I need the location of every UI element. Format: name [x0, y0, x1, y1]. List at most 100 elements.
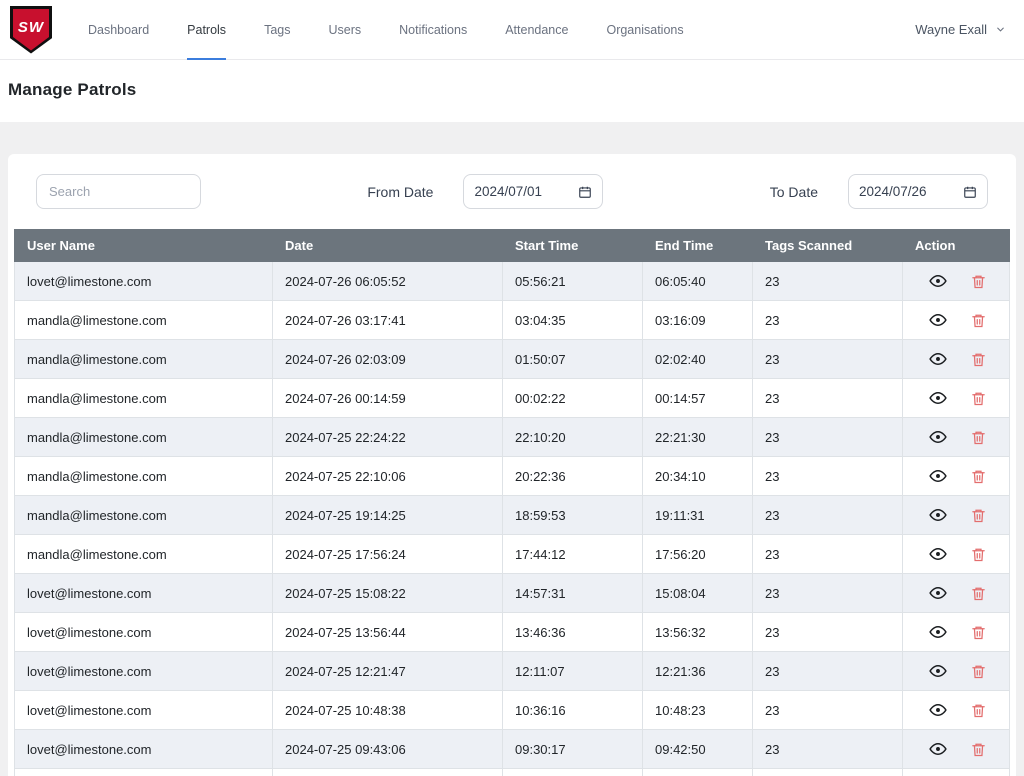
from-date-input[interactable]: 2024/07/01	[463, 174, 603, 209]
cell-user-name: mandla@limestone.com	[15, 496, 273, 535]
cell-end-time: 22:21:30	[643, 418, 753, 457]
cell-user-name: lovet@limestone.com	[15, 652, 273, 691]
to-date-group: To Date 2024/07/26	[770, 174, 988, 209]
trash-icon	[971, 430, 986, 445]
table-row: lovet@limestone.com2024-07-25 08:14:0208…	[15, 769, 1010, 776]
delete-patrol-button[interactable]	[969, 350, 988, 369]
to-date-input[interactable]: 2024/07/26	[848, 174, 988, 209]
cell-user-name: mandla@limestone.com	[15, 379, 273, 418]
cell-action	[903, 574, 1010, 613]
table-row: mandla@limestone.com2024-07-26 03:17:410…	[15, 301, 1010, 340]
table-row: lovet@limestone.com2024-07-25 15:08:2214…	[15, 574, 1010, 613]
cell-start-time: 03:04:35	[503, 301, 643, 340]
cell-start-time: 13:46:36	[503, 613, 643, 652]
cell-tags-scanned: 23	[753, 691, 903, 730]
from-date-group: From Date 2024/07/01	[367, 174, 603, 209]
view-patrol-button[interactable]	[927, 699, 949, 721]
delete-patrol-button[interactable]	[969, 584, 988, 603]
cell-end-time: 17:56:20	[643, 535, 753, 574]
patrols-table: User Name Date Start Time End Time Tags …	[14, 229, 1010, 776]
cell-tags-scanned: 23	[753, 613, 903, 652]
table-row: mandla@limestone.com2024-07-25 17:56:241…	[15, 535, 1010, 574]
delete-patrol-button[interactable]	[969, 506, 988, 525]
cell-user-name: lovet@limestone.com	[15, 574, 273, 613]
trash-icon	[971, 742, 986, 757]
cell-tags-scanned: 23	[753, 301, 903, 340]
col-date: Date	[273, 230, 503, 262]
cell-start-time: 20:22:36	[503, 457, 643, 496]
trash-icon	[971, 703, 986, 718]
table-row: mandla@limestone.com2024-07-25 22:24:222…	[15, 418, 1010, 457]
filters-row: From Date 2024/07/01 To Date 2024/07/26	[14, 174, 1010, 229]
cell-action	[903, 301, 1010, 340]
cell-user-name: mandla@limestone.com	[15, 418, 273, 457]
user-menu[interactable]: Wayne Exall	[915, 22, 1006, 37]
trash-icon	[971, 547, 986, 562]
view-patrol-button[interactable]	[927, 270, 949, 292]
view-patrol-button[interactable]	[927, 426, 949, 448]
eye-icon	[929, 272, 947, 290]
from-date-value: 2024/07/01	[474, 184, 542, 199]
cell-end-time: 08:13:47	[643, 769, 753, 776]
nav-tags[interactable]: Tags	[264, 0, 290, 60]
cell-date: 2024-07-25 15:08:22	[273, 574, 503, 613]
cell-user-name: mandla@limestone.com	[15, 301, 273, 340]
nav-attendance[interactable]: Attendance	[505, 0, 568, 60]
view-patrol-button[interactable]	[927, 543, 949, 565]
table-row: mandla@limestone.com2024-07-25 19:14:251…	[15, 496, 1010, 535]
cell-end-time: 15:08:04	[643, 574, 753, 613]
delete-patrol-button[interactable]	[969, 701, 988, 720]
nav-patrols[interactable]: Patrols	[187, 0, 226, 60]
view-patrol-button[interactable]	[927, 582, 949, 604]
eye-icon	[929, 545, 947, 563]
delete-patrol-button[interactable]	[969, 389, 988, 408]
cell-tags-scanned: 23	[753, 574, 903, 613]
nav-dashboard[interactable]: Dashboard	[88, 0, 149, 60]
nav-users[interactable]: Users	[328, 0, 361, 60]
delete-patrol-button[interactable]	[969, 545, 988, 564]
delete-patrol-button[interactable]	[969, 428, 988, 447]
view-patrol-button[interactable]	[927, 387, 949, 409]
view-patrol-button[interactable]	[927, 738, 949, 760]
cell-start-time: 08:03:14	[503, 769, 643, 776]
cell-date: 2024-07-26 02:03:09	[273, 340, 503, 379]
cell-start-time: 12:11:07	[503, 652, 643, 691]
cell-start-time: 00:02:22	[503, 379, 643, 418]
cell-action	[903, 457, 1010, 496]
cell-end-time: 19:11:31	[643, 496, 753, 535]
cell-date: 2024-07-25 22:10:06	[273, 457, 503, 496]
delete-patrol-button[interactable]	[969, 467, 988, 486]
eye-icon	[929, 506, 947, 524]
col-tags-scanned: Tags Scanned	[753, 230, 903, 262]
table-row: lovet@limestone.com2024-07-25 09:43:0609…	[15, 730, 1010, 769]
view-patrol-button[interactable]	[927, 309, 949, 331]
eye-icon	[929, 467, 947, 485]
view-patrol-button[interactable]	[927, 621, 949, 643]
delete-patrol-button[interactable]	[969, 740, 988, 759]
delete-patrol-button[interactable]	[969, 662, 988, 681]
nav-organisations[interactable]: Organisations	[606, 0, 683, 60]
cell-user-name: lovet@limestone.com	[15, 769, 273, 776]
cell-date: 2024-07-25 12:21:47	[273, 652, 503, 691]
cell-tags-scanned: 23	[753, 496, 903, 535]
nav-notifications[interactable]: Notifications	[399, 0, 467, 60]
search-input[interactable]	[36, 174, 201, 209]
to-date-label: To Date	[770, 184, 818, 200]
cell-end-time: 12:21:36	[643, 652, 753, 691]
cell-tags-scanned: 23	[753, 457, 903, 496]
view-patrol-button[interactable]	[927, 348, 949, 370]
delete-patrol-button[interactable]	[969, 311, 988, 330]
eye-icon	[929, 389, 947, 407]
view-patrol-button[interactable]	[927, 465, 949, 487]
delete-patrol-button[interactable]	[969, 272, 988, 291]
cell-end-time: 00:14:57	[643, 379, 753, 418]
cell-start-time: 10:36:16	[503, 691, 643, 730]
delete-patrol-button[interactable]	[969, 623, 988, 642]
view-patrol-button[interactable]	[927, 504, 949, 526]
cell-tags-scanned: 23	[753, 769, 903, 776]
cell-tags-scanned: 23	[753, 652, 903, 691]
trash-icon	[971, 274, 986, 289]
cell-start-time: 05:56:21	[503, 262, 643, 301]
cell-user-name: mandla@limestone.com	[15, 535, 273, 574]
view-patrol-button[interactable]	[927, 660, 949, 682]
